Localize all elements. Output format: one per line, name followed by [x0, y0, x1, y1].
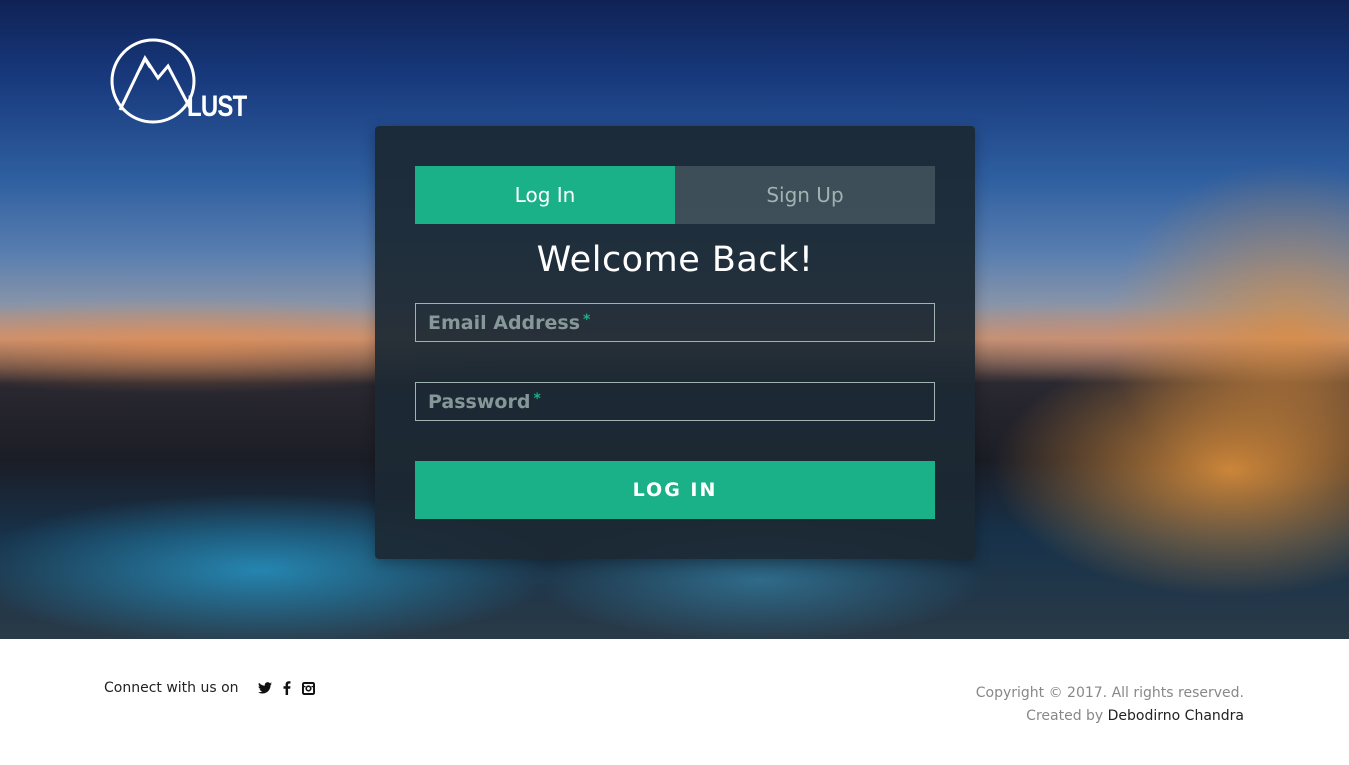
email-placeholder: Email Address * — [428, 312, 591, 334]
password-placeholder: Password * — [428, 391, 541, 413]
email-field[interactable]: Email Address * — [415, 303, 935, 342]
welcome-heading: Welcome Back! — [536, 240, 814, 280]
connect-text: Connect with us on — [104, 680, 239, 696]
created-by-line: Created by Debodirno Chandra — [976, 705, 1244, 728]
footer: Connect with us on Copyright © 2017. All… — [0, 639, 1349, 765]
copyright-text: Copyright © 2017. All rights reserved. — [975, 685, 1244, 701]
created-by-prefix: Created by — [1026, 708, 1104, 724]
hero-background: LUST Log In Sign Up Welcome Back! Email … — [0, 0, 1349, 639]
social-links — [251, 680, 317, 696]
instagram-icon[interactable] — [301, 680, 317, 696]
facebook-icon[interactable] — [279, 680, 295, 696]
connect-section: Connect with us on — [104, 680, 317, 696]
required-mark: * — [533, 391, 541, 407]
tab-sign-up[interactable]: Sign Up — [675, 166, 935, 224]
twitter-icon[interactable] — [257, 680, 273, 696]
author-link[interactable]: Debodirno Chandra — [1108, 708, 1244, 724]
tab-log-in[interactable]: Log In — [415, 166, 675, 224]
login-panel: Log In Sign Up Welcome Back! Email Addre… — [375, 126, 975, 559]
brand-logo[interactable]: LUST — [110, 38, 247, 128]
brand-logo-text: LUST — [187, 90, 247, 123]
auth-tabs: Log In Sign Up — [415, 166, 935, 224]
password-field[interactable]: Password * — [415, 382, 935, 421]
required-mark: * — [583, 312, 591, 328]
copyright-block: Copyright © 2017. All rights reserved. C… — [976, 682, 1244, 728]
log-in-button[interactable]: LOG IN — [415, 461, 935, 519]
